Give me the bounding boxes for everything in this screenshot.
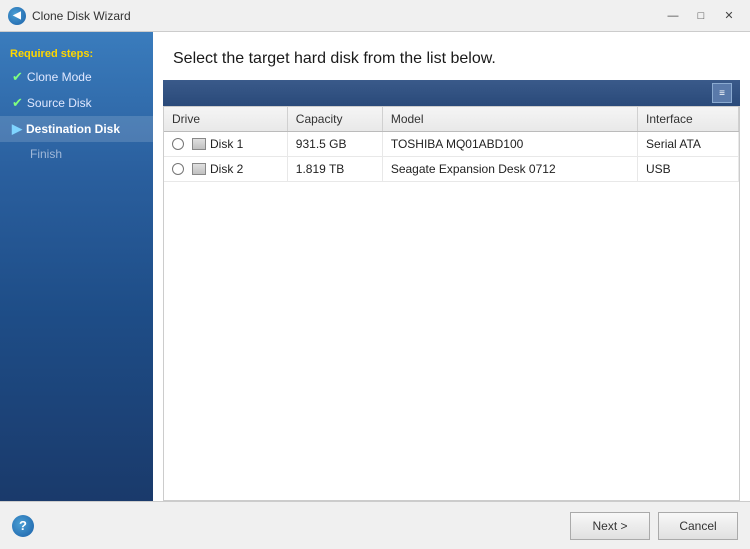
table-header-row: Drive Capacity Model Interface: [164, 107, 739, 132]
cell-drive: Disk 1: [164, 132, 287, 157]
app-icon: ◀: [8, 7, 26, 25]
col-model: Model: [382, 107, 637, 132]
col-interface: Interface: [638, 107, 739, 132]
close-button[interactable]: ✕: [716, 6, 742, 26]
disk-table: Drive Capacity Model Interface Disk 1 931…: [164, 107, 739, 182]
sidebar: Required steps: ✔ Clone Mode ✔ Source Di…: [0, 32, 153, 501]
content-area: Select the target hard disk from the lis…: [153, 32, 750, 501]
minimize-button[interactable]: —: [660, 6, 686, 26]
arrow-icon-destination: ▶: [12, 121, 22, 137]
sidebar-label-finish: Finish: [30, 147, 62, 161]
cell-model: Seagate Expansion Desk 0712: [382, 157, 637, 182]
check-icon-source: ✔: [12, 95, 23, 111]
cell-capacity: 931.5 GB: [287, 132, 382, 157]
bottom-bar: ? Next > Cancel: [0, 501, 750, 549]
sidebar-label-source-disk: Source Disk: [27, 96, 92, 110]
cancel-button[interactable]: Cancel: [658, 512, 738, 540]
drive-label-0: Disk 1: [210, 137, 243, 151]
cell-model: TOSHIBA MQ01ABD100: [382, 132, 637, 157]
next-button[interactable]: Next >: [570, 512, 650, 540]
disk-radio-1[interactable]: [172, 163, 184, 175]
disk-toolbar: ≡: [163, 80, 740, 106]
content-header: Select the target hard disk from the lis…: [153, 32, 750, 80]
bottom-bar-left: ?: [12, 515, 34, 537]
sidebar-item-finish[interactable]: Finish: [0, 142, 153, 166]
bottom-bar-right: Next > Cancel: [570, 512, 738, 540]
disk-icon-1: [192, 163, 206, 175]
sidebar-item-clone-mode[interactable]: ✔ Clone Mode: [0, 64, 153, 90]
main-content: Required steps: ✔ Clone Mode ✔ Source Di…: [0, 32, 750, 501]
col-capacity: Capacity: [287, 107, 382, 132]
toolbar-action-button[interactable]: ≡: [712, 83, 732, 103]
cell-interface: Serial ATA: [638, 132, 739, 157]
drive-label-1: Disk 2: [210, 162, 243, 176]
cell-capacity: 1.819 TB: [287, 157, 382, 182]
sidebar-section-title: Required steps:: [0, 42, 153, 64]
disk-table-container: Drive Capacity Model Interface Disk 1 931…: [163, 106, 740, 501]
sidebar-item-source-disk[interactable]: ✔ Source Disk: [0, 90, 153, 116]
help-button[interactable]: ?: [12, 515, 34, 537]
title-bar: ◀ Clone Disk Wizard — □ ✕: [0, 0, 750, 32]
cell-interface: USB: [638, 157, 739, 182]
window-controls: — □ ✕: [660, 6, 742, 26]
cell-drive: Disk 2: [164, 157, 287, 182]
check-icon-clone: ✔: [12, 69, 23, 85]
table-row[interactable]: Disk 1 931.5 GBTOSHIBA MQ01ABD100Serial A…: [164, 132, 739, 157]
maximize-button[interactable]: □: [688, 6, 714, 26]
disk-radio-0[interactable]: [172, 138, 184, 150]
window-title: Clone Disk Wizard: [32, 9, 660, 23]
sidebar-item-destination-disk[interactable]: ▶ Destination Disk: [0, 116, 153, 142]
sidebar-label-clone-mode: Clone Mode: [27, 70, 92, 84]
page-title: Select the target hard disk from the lis…: [173, 50, 730, 68]
table-row[interactable]: Disk 2 1.819 TBSeagate Expansion Desk 071…: [164, 157, 739, 182]
sidebar-label-destination-disk: Destination Disk: [26, 122, 120, 136]
disk-icon-0: [192, 138, 206, 150]
col-drive: Drive: [164, 107, 287, 132]
